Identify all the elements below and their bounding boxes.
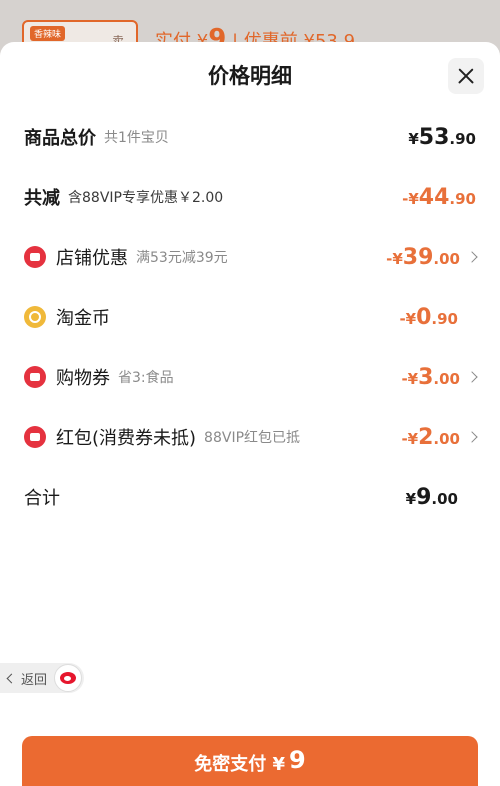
back-arrow-icon xyxy=(6,673,17,683)
red-packet-sub: 88VIP红包已抵 xyxy=(204,430,301,446)
close-icon[interactable] xyxy=(448,58,484,94)
weibo-icon xyxy=(54,664,82,692)
red-packet-amount: -¥ 2.00 xyxy=(401,425,478,450)
shopping-voucher-sub: 省3:食品 xyxy=(118,370,174,386)
chevron-right-icon xyxy=(466,370,478,383)
taojinbi-label: 淘金币 xyxy=(56,308,110,329)
shop-coupon-icon xyxy=(24,246,46,268)
pay-button-amount: 9 xyxy=(289,746,306,774)
total-label: 合计 xyxy=(24,488,60,509)
total-discount-amount: -¥ 44.90 xyxy=(402,184,476,210)
row-total: 合计 ¥9.00 xyxy=(24,480,476,514)
row-goods-total: 商品总价 共1件宝贝 ¥53.90 xyxy=(24,120,476,154)
shop-discount-label: 店铺优惠 xyxy=(56,248,128,269)
goods-total-amount: ¥53.90 xyxy=(408,124,476,150)
goods-total-sub: 共1件宝贝 xyxy=(104,130,169,146)
shopping-voucher-label: 购物券 xyxy=(56,368,110,389)
total-discount-label: 共减 xyxy=(24,188,60,209)
flavor-tag: 香辣味 xyxy=(30,26,66,41)
taojinbi-amount: -¥ 0.90 xyxy=(399,304,458,330)
row-shopping-voucher[interactable]: 购物券 省3:食品 -¥ 3.00 xyxy=(24,360,478,394)
shopping-voucher-amount: -¥ 3.00 xyxy=(401,365,478,390)
chevron-right-icon xyxy=(466,430,478,443)
row-total-discount: 共减 含88VIP专享优惠￥2.00 -¥ 44.90 xyxy=(24,180,476,214)
shop-discount-sub: 满53元减39元 xyxy=(136,250,228,266)
total-amount: ¥9.00 xyxy=(405,484,458,510)
row-shop-discount[interactable]: 店铺优惠 满53元减39元 -¥ 39.00 xyxy=(24,240,478,274)
shopping-voucher-icon xyxy=(24,366,46,388)
goods-total-label: 商品总价 xyxy=(24,128,96,149)
red-packet-icon xyxy=(24,426,46,448)
gold-coin-icon xyxy=(24,306,46,328)
back-button[interactable]: 返回 xyxy=(0,663,84,693)
row-taojinbi: 淘金币 -¥ 0.90 xyxy=(24,300,476,334)
total-discount-sub: 含88VIP专享优惠￥2.00 xyxy=(68,190,224,206)
password-free-pay-button[interactable]: 免密支付 ¥9 xyxy=(22,736,478,786)
pay-button-label: 免密支付 ¥ xyxy=(194,754,286,775)
red-packet-label: 红包(消费券未抵) xyxy=(56,428,197,449)
back-label: 返回 xyxy=(21,672,48,688)
row-red-packet[interactable]: 红包(消费券未抵) 88VIP红包已抵 -¥ 2.00 xyxy=(24,420,478,454)
shop-discount-amount: -¥ 39.00 xyxy=(386,245,478,270)
chevron-right-icon xyxy=(466,250,478,263)
sheet-title: 价格明细 xyxy=(208,64,292,88)
